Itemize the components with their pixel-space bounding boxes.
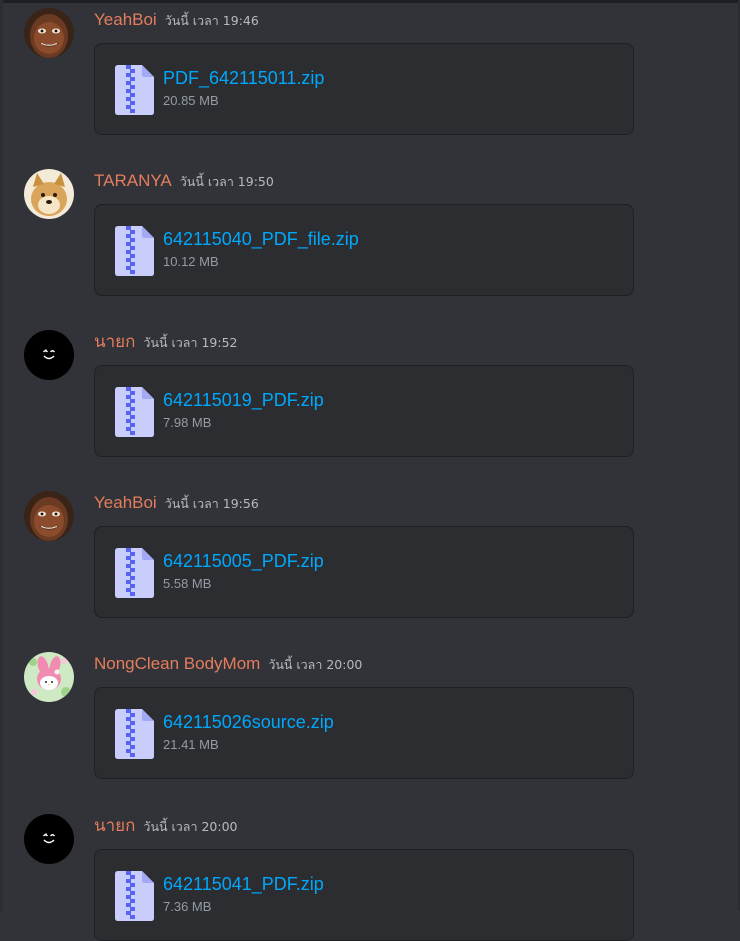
zip-file-icon[interactable] [115, 871, 154, 921]
zip-file-icon[interactable] [115, 226, 154, 276]
timestamp: วันนี้ เวลา 20:00 [268, 657, 363, 672]
file-link[interactable]: 642115005_PDF.zip [163, 551, 324, 572]
file-size: 7.36 MB [163, 899, 212, 914]
message-header: นายก วันนี้ เวลา 19:52 [94, 331, 237, 353]
message-header: YeahBoi วันนี้ เวลา 19:56 [94, 492, 259, 514]
username[interactable]: TARANYA [94, 171, 172, 190]
username[interactable]: YeahBoi [94, 493, 157, 512]
meme-face-avatar[interactable] [24, 491, 74, 541]
file-attachment: 642115005_PDF.zip 5.58 MB [94, 526, 634, 618]
username[interactable]: นายก [94, 816, 135, 835]
message-header: TARANYA วันนี้ เวลา 19:50 [94, 170, 274, 192]
file-size: 20.85 MB [163, 93, 219, 108]
zip-file-icon[interactable] [115, 387, 154, 437]
username[interactable]: NongClean BodyMom [94, 654, 260, 673]
file-link[interactable]: 642115041_PDF.zip [163, 874, 324, 895]
zip-file-icon[interactable] [115, 65, 154, 115]
black-smiley-avatar[interactable] [24, 814, 74, 864]
timestamp: วันนี้ เวลา 19:50 [179, 174, 274, 189]
file-link[interactable]: 642115026source.zip [163, 712, 334, 733]
file-link[interactable]: PDF_642115011.zip [163, 68, 324, 89]
my-melody-avatar[interactable] [24, 652, 74, 702]
message-header: NongClean BodyMom วันนี้ เวลา 20:00 [94, 653, 362, 675]
timestamp: วันนี้ เวลา 19:56 [164, 496, 259, 511]
timestamp: วันนี้ เวลา 19:46 [164, 13, 259, 28]
left-edge [0, 0, 3, 911]
black-smiley-avatar[interactable] [24, 330, 74, 380]
file-attachment: 642115019_PDF.zip 7.98 MB [94, 365, 634, 457]
username[interactable]: นายก [94, 332, 135, 351]
file-attachment: 642115026source.zip 21.41 MB [94, 687, 634, 779]
file-attachment: PDF_642115011.zip 20.85 MB [94, 43, 634, 135]
file-size: 21.41 MB [163, 737, 219, 752]
zip-file-icon[interactable] [115, 548, 154, 598]
zip-file-icon[interactable] [115, 709, 154, 759]
file-size: 5.58 MB [163, 576, 212, 591]
timestamp: วันนี้ เวลา 19:52 [143, 335, 238, 350]
username[interactable]: YeahBoi [94, 10, 157, 29]
top-divider [0, 0, 740, 3]
file-attachment: 642115040_PDF_file.zip 10.12 MB [94, 204, 634, 296]
file-link[interactable]: 642115019_PDF.zip [163, 390, 324, 411]
file-size: 7.98 MB [163, 415, 212, 430]
message-header: YeahBoi วันนี้ เวลา 19:46 [94, 9, 259, 31]
meme-face-avatar[interactable] [24, 8, 74, 58]
doge-avatar[interactable] [24, 169, 74, 219]
message-header: นายก วันนี้ เวลา 20:00 [94, 815, 237, 837]
file-size: 10.12 MB [163, 254, 219, 269]
file-attachment: 642115041_PDF.zip 7.36 MB [94, 849, 634, 941]
timestamp: วันนี้ เวลา 20:00 [143, 819, 238, 834]
file-link[interactable]: 642115040_PDF_file.zip [163, 229, 359, 250]
